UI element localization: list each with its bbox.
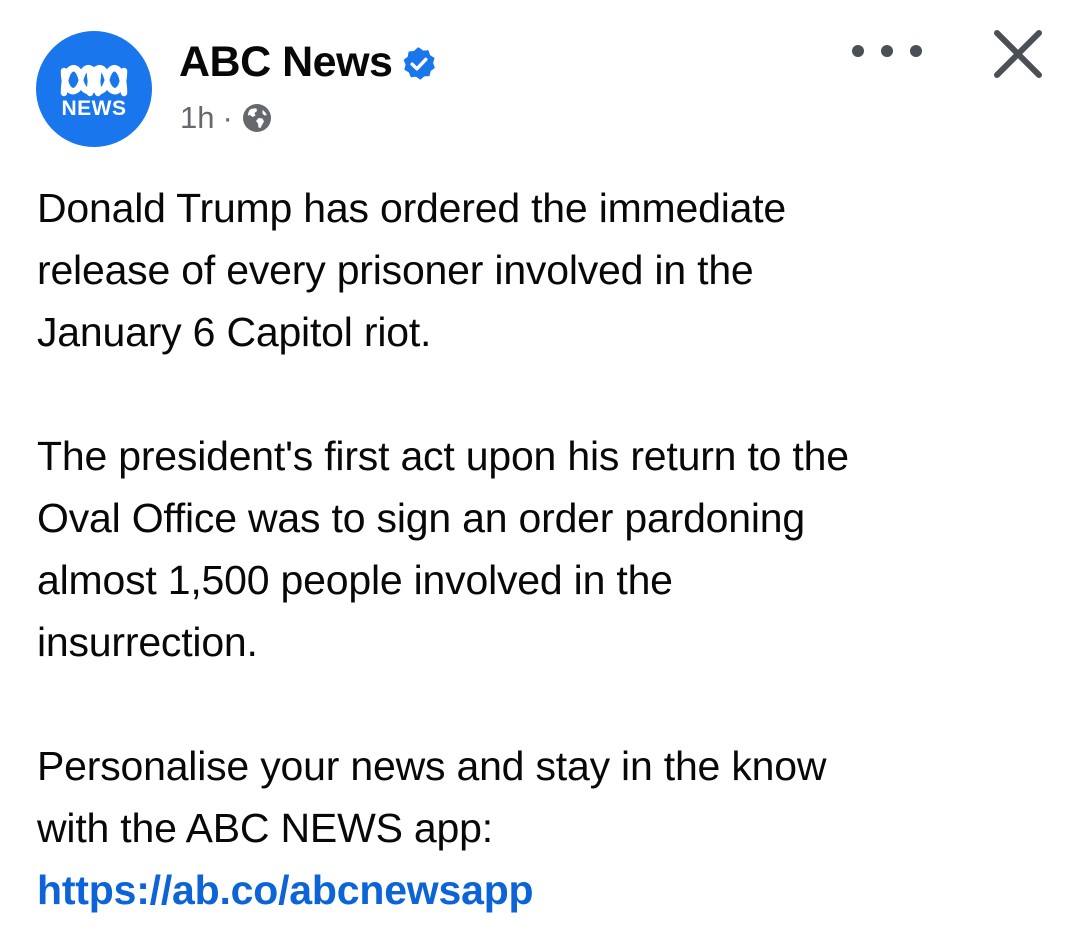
post-text-line: with the ABC NEWS app:: [37, 805, 493, 851]
post-message: Donald Trump has ordered the immediate r…: [37, 177, 1037, 921]
page-name-row: ABC News: [179, 34, 437, 90]
close-button[interactable]: [988, 24, 1048, 84]
post-text-line: almost 1,500 people involved in the: [37, 557, 673, 603]
avatar-label: NEWS: [61, 97, 127, 120]
abc-lissajous-logo-icon: [60, 64, 128, 97]
post-header: NEWS ABC News 1h ·: [0, 0, 1065, 160]
post-timestamp[interactable]: 1h: [180, 100, 214, 136]
more-options-icon: [852, 45, 864, 57]
more-options-icon-dot: [910, 45, 922, 57]
post-text-line: Oval Office was to sign an order pardoni…: [37, 495, 805, 541]
page-name[interactable]: ABC News: [179, 38, 393, 87]
post-paragraph: Donald Trump has ordered the immediate r…: [37, 177, 1037, 363]
app-download-link[interactable]: https://ab.co/abcnewsapp: [37, 859, 1037, 921]
more-options-icon-dot: [881, 45, 893, 57]
post-text-line: The president's first act upon his retur…: [37, 433, 849, 479]
post-text-line: Donald Trump has ordered the immediate: [37, 185, 787, 231]
meta-separator: ·: [222, 100, 233, 135]
post-text-line: insurrection.: [37, 619, 258, 665]
more-options-button[interactable]: [852, 36, 922, 66]
post-text-line: January 6 Capitol riot.: [37, 309, 432, 355]
post-text-line: release of every prisoner involved in th…: [37, 247, 754, 293]
post-meta: 1h ·: [180, 96, 273, 140]
verified-badge-icon: [404, 47, 436, 80]
post-text-line: Personalise your news and stay in the kn…: [37, 743, 827, 789]
avatar[interactable]: NEWS: [36, 31, 152, 147]
globe-icon: [242, 104, 271, 132]
facebook-post: NEWS ABC News 1h · Donald Trump has orde…: [0, 0, 1065, 934]
post-paragraph: The president's first act upon his retur…: [37, 425, 1037, 673]
close-icon: [994, 30, 1042, 78]
post-paragraph: Personalise your news and stay in the kn…: [37, 735, 1037, 921]
